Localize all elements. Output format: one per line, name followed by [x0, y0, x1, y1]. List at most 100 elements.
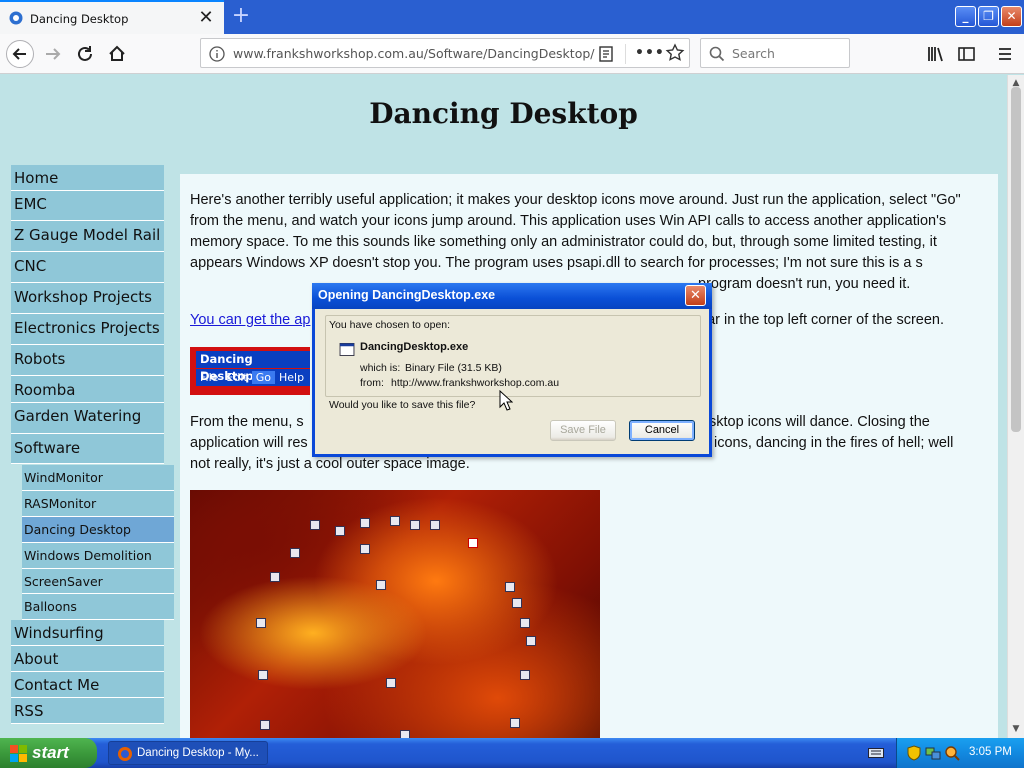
sidebar-item-electronics-projects[interactable]: Electronics Projects — [11, 314, 164, 345]
page-actions-icon[interactable]: ••• — [635, 43, 664, 63]
download-link[interactable]: You can get the ap — [190, 312, 310, 328]
windows-taskbar: start Dancing Desktop - My... 3:05 PM — [0, 738, 1024, 768]
exe-file-icon — [339, 343, 355, 356]
which-is-label: which is: — [360, 362, 401, 374]
new-tab-button[interactable]: + — [228, 4, 254, 30]
home-icon — [109, 45, 125, 61]
window-close-button[interactable]: ✕ — [1001, 6, 1022, 27]
scroll-thumb[interactable] — [1011, 87, 1021, 432]
reload-icon — [78, 46, 92, 61]
desktop-icon — [510, 718, 520, 728]
reader-view-icon[interactable] — [597, 45, 615, 63]
sidebar-item-contact-me[interactable]: Contact Me — [11, 672, 164, 698]
minimize-button[interactable]: _ — [955, 6, 976, 27]
keyboard-icon[interactable] — [868, 746, 884, 760]
sidebar-item-software[interactable]: Software — [11, 434, 164, 464]
sidebar-icon — [958, 47, 975, 61]
hamburger-menu-icon — [999, 48, 1011, 60]
url-host: www.frankshworkshop.com.au — [233, 46, 424, 61]
windows-logo-icon — [10, 745, 27, 762]
cancel-button[interactable]: Cancel — [629, 420, 695, 441]
home-button[interactable] — [102, 39, 132, 69]
sidebar-subitem-dancing-desktop[interactable]: Dancing Desktop — [22, 517, 174, 543]
forward-arrow-icon — [46, 48, 61, 60]
desktop-icon — [520, 670, 530, 680]
start-button[interactable]: start — [0, 738, 97, 768]
sidebar-item-garden-watering[interactable]: Garden Watering — [11, 403, 164, 434]
desktop-icon — [270, 572, 280, 582]
sidebar-item-rss[interactable]: RSS — [11, 698, 164, 724]
desktop-icon — [258, 670, 268, 680]
usage-line3: not really, it's just a cool outer space… — [190, 456, 470, 472]
security-shield-icon[interactable] — [907, 745, 921, 761]
intro-text: Here's another terribly useful applicati… — [190, 192, 961, 271]
search-input[interactable]: Search — [732, 46, 775, 61]
browser-titlebar: Dancing Desktop ✕ + _ ❐ ✕ — [0, 0, 1024, 34]
dialog-close-button[interactable]: ✕ — [685, 285, 706, 306]
tab-dancing-desktop[interactable]: Dancing Desktop ✕ — [0, 0, 224, 34]
sidebar-item-cnc[interactable]: CNC — [11, 252, 164, 283]
page-scrollbar[interactable]: ▲ ▼ — [1007, 75, 1024, 738]
save-file-button[interactable]: Save File — [550, 420, 616, 441]
desktop-icon — [520, 618, 530, 628]
usage-line2-tail: icons, dancing in the fires of hell; wel… — [714, 435, 954, 451]
sidebar-subitem-windmonitor[interactable]: WindMonitor — [22, 465, 174, 491]
taskbar-item-firefox[interactable]: Dancing Desktop - My... — [108, 741, 268, 765]
sidebar-subitem-rasmonitor[interactable]: RASMonitor — [22, 491, 174, 517]
desktop-icon — [430, 520, 440, 530]
system-tray: 3:05 PM — [896, 738, 1024, 768]
opening-file-dialog: Opening DancingDesktop.exe ✕ You have ch… — [312, 283, 712, 457]
from-label: from: — [360, 377, 384, 389]
scroll-down-arrow-icon[interactable]: ▼ — [1008, 721, 1024, 737]
forward-button[interactable] — [38, 39, 68, 69]
url-bar[interactable]: www.frankshworkshop.com.au/Software/Danc… — [200, 38, 690, 68]
desktop-icon — [386, 678, 396, 688]
desktop-icon — [335, 526, 345, 536]
tab-title: Dancing Desktop — [30, 12, 129, 26]
sidebar-subitem-screensaver[interactable]: ScreenSaver — [22, 569, 174, 594]
back-button[interactable] — [5, 39, 35, 69]
library-button[interactable] — [920, 39, 950, 69]
mouse-cursor-icon — [499, 390, 513, 411]
sidebar-item-z-gauge[interactable]: Z Gauge Model Rail — [11, 221, 164, 252]
menu-sample-help: Help — [279, 371, 305, 384]
network-icon[interactable] — [925, 745, 941, 761]
firefox-icon — [118, 747, 132, 761]
restore-button[interactable]: ❐ — [978, 6, 999, 27]
usage-line1-tail: sktop icons will dance. Closing the — [709, 414, 930, 430]
dialog-title: Opening DancingDesktop.exe — [318, 288, 496, 302]
navigation-toolbar: www.frankshworkshop.com.au/Software/Danc… — [0, 34, 1024, 74]
usage-line2-start: application will res — [190, 435, 308, 451]
sidebar-item-workshop-projects[interactable]: Workshop Projects — [11, 283, 164, 314]
usage-line1-start: From the menu, s — [190, 414, 304, 430]
download-link-line: You can get the ap — [190, 310, 330, 331]
menu-sample-image: Dancing Desktop File EditGo Help — [190, 347, 310, 395]
bookmark-star-icon[interactable] — [665, 43, 685, 63]
sidebar-item-robots[interactable]: Robots — [11, 345, 164, 376]
desktop-icon — [410, 520, 420, 530]
chosen-to-open-label: You have chosen to open: — [329, 319, 451, 331]
sidebar-toggle-button[interactable] — [951, 39, 981, 69]
sidebar-item-windsurfing[interactable]: Windsurfing — [11, 620, 164, 646]
from-value: http://www.frankshworkshop.com.au — [391, 377, 560, 389]
sidebar-subitem-windows-demolition[interactable]: Windows Demolition — [22, 543, 174, 569]
url-path: /Software/DancingDesktop/ — [423, 46, 595, 61]
save-question: Would you like to save this file? — [329, 399, 476, 411]
desktop-icon — [360, 544, 370, 554]
magnifier-icon[interactable] — [944, 745, 960, 761]
sidebar-item-emc[interactable]: EMC — [11, 191, 164, 221]
clock: 3:05 PM — [969, 746, 1012, 758]
sidebar-item-home[interactable]: Home — [11, 165, 164, 191]
reload-button[interactable] — [70, 39, 100, 69]
sidebar-item-about[interactable]: About — [11, 646, 164, 672]
sidebar-item-roomba[interactable]: Roomba — [11, 376, 164, 403]
sidebar-subitem-balloons[interactable]: Balloons — [22, 594, 174, 620]
intro-paragraph-tail: program doesn't run, you need it. — [698, 276, 911, 292]
desktop-icon — [468, 538, 478, 548]
search-bar[interactable]: Search — [700, 38, 850, 68]
tab-close-icon[interactable]: ✕ — [196, 8, 216, 28]
globe-icon — [9, 11, 23, 25]
desktop-icon — [400, 730, 410, 738]
menu-button[interactable] — [990, 39, 1020, 69]
info-icon[interactable] — [209, 46, 225, 62]
